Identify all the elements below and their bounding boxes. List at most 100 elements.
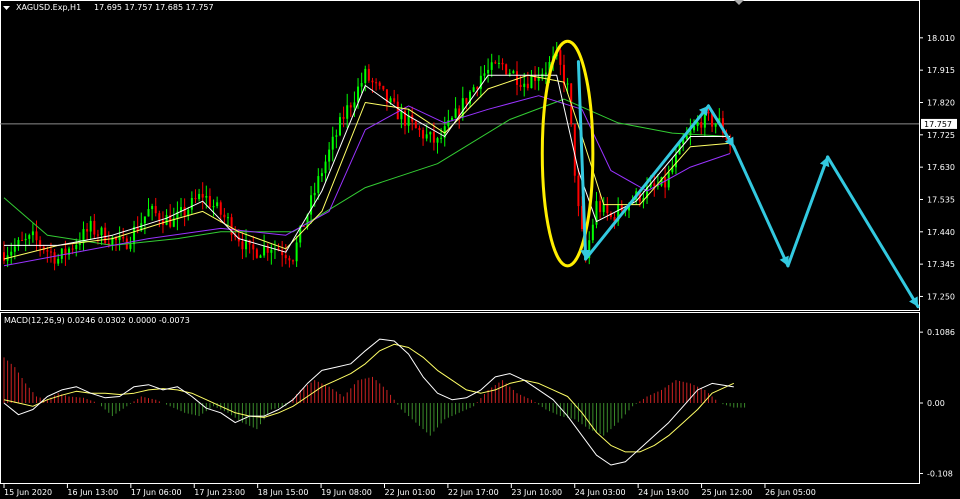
candle-body (454, 108, 457, 118)
candle-body (151, 206, 154, 210)
candle-body (501, 62, 504, 65)
candle-body (505, 64, 508, 75)
candle-body (78, 243, 81, 245)
candle-body (523, 83, 526, 87)
candle-body (198, 193, 201, 200)
candle-body (292, 260, 295, 262)
candle-body (490, 62, 493, 70)
candle-body (205, 196, 208, 198)
candle-body (606, 203, 609, 214)
candle-body (143, 216, 146, 224)
candle-body (342, 117, 345, 119)
time-tick-label: 17 Jun 23:00 (194, 488, 245, 497)
candle-body (378, 82, 381, 86)
candle-body (335, 135, 338, 137)
candle-body (664, 177, 667, 188)
candle-body (183, 207, 186, 216)
candle-body (465, 98, 468, 104)
price-tick-label: 17.535 (927, 195, 955, 204)
candle-body (357, 86, 360, 103)
candle-body (422, 130, 425, 139)
price-tick-label: 17.820 (927, 98, 955, 107)
candle-body (714, 123, 717, 127)
candle-body (519, 84, 522, 87)
price-tick-label: 17.440 (927, 228, 955, 237)
candle-body (71, 248, 74, 250)
candle-body (223, 214, 226, 218)
candle-body (53, 252, 56, 264)
candle-body (21, 240, 24, 242)
price-tick-label: 17.345 (927, 260, 955, 269)
ohlc-label: 17.695 17.757 17.685 17.757 (94, 3, 214, 12)
time-tick-label: 22 Jun 17:00 (448, 488, 499, 497)
candle-body (270, 249, 273, 253)
candle-body (86, 229, 89, 232)
candle-body (472, 87, 475, 92)
time-tick-label: 26 Jun 05:00 (765, 488, 816, 497)
candle-body (674, 154, 677, 168)
time-tick-label: 19 Jun 08:00 (321, 488, 372, 497)
candle-body (707, 112, 710, 114)
time-tick-label: 16 Jun 13:00 (67, 488, 118, 497)
candle-body (201, 193, 204, 198)
moving-averages (3, 74, 731, 267)
candle-body (530, 75, 533, 89)
candle-body (476, 87, 479, 89)
candle-body (129, 244, 132, 249)
time-tick-label: 17 Jun 06:00 (131, 488, 182, 497)
time-axis: 15 Jun 2020 16 Jun 13:00 17 Jun 06:00 17 Ju… (3, 484, 816, 497)
candle-body (118, 236, 121, 241)
time-tick-label: 23 Jun 10:00 (511, 488, 562, 497)
candle-body (310, 195, 313, 215)
candle-body (190, 197, 193, 210)
candle-body (331, 136, 334, 150)
candle-body (295, 242, 298, 262)
candle-body (497, 62, 500, 64)
candle-body (10, 251, 13, 256)
candle-body (60, 248, 63, 259)
candle-body (338, 117, 341, 136)
time-tick-label: 24 Jun 03:00 (575, 488, 626, 497)
candle-body (46, 250, 49, 252)
projection-arrow-line (732, 145, 790, 268)
candle-body (122, 236, 125, 239)
candle-body (320, 173, 323, 177)
price-tick-label: 17.250 (927, 292, 955, 301)
chart-shift-marker-icon[interactable] (734, 0, 744, 5)
candle-body (450, 117, 453, 121)
candle-body (494, 62, 497, 64)
candle-body (512, 71, 515, 74)
ma-fast-line (4, 74, 731, 253)
macd-panel-frame (0, 312, 920, 484)
price-tick-label: 17.725 (927, 131, 955, 140)
candle-body (396, 101, 399, 120)
candle-body (313, 192, 316, 196)
candle-body (353, 102, 356, 108)
chart-header: XAGUSD.Exp,H1 17.695 17.757 17.685 17.75… (3, 0, 744, 12)
price-tick-label: 17.915 (927, 66, 955, 75)
macd-tick-label: -0.108 (927, 469, 953, 478)
candle-body (700, 122, 703, 128)
candle-body (375, 82, 378, 84)
candle-body (364, 68, 367, 84)
candle-body (104, 227, 107, 244)
trading-chart: 18.010 17.915 17.820 17.725 17.630 17.535 17.4… (0, 0, 957, 497)
candle-body (57, 258, 60, 264)
macd-label: MACD(12,26,9) 0.0246 0.0302 0.0000 -0.00… (4, 316, 190, 325)
candle-body (96, 234, 99, 236)
dropdown-arrow-icon[interactable] (3, 6, 10, 10)
ma-long-line (3, 98, 731, 246)
candle-body (226, 217, 229, 219)
candle-body (259, 255, 262, 258)
candle-body (440, 137, 443, 139)
candle-body (241, 241, 244, 250)
candle-body (288, 258, 291, 261)
candle-body (328, 149, 331, 162)
candle-body (284, 255, 287, 259)
candle-body (382, 85, 385, 90)
macd-axis: 0.1086 0.00 -0.108 (919, 328, 955, 478)
macd-tick-label: 0.00 (927, 399, 945, 408)
time-tick-label: 22 Jun 01:00 (384, 488, 435, 497)
price-axis: 18.010 17.915 17.820 17.725 17.630 17.535 17.4… (919, 34, 957, 301)
candle-body (515, 71, 518, 85)
